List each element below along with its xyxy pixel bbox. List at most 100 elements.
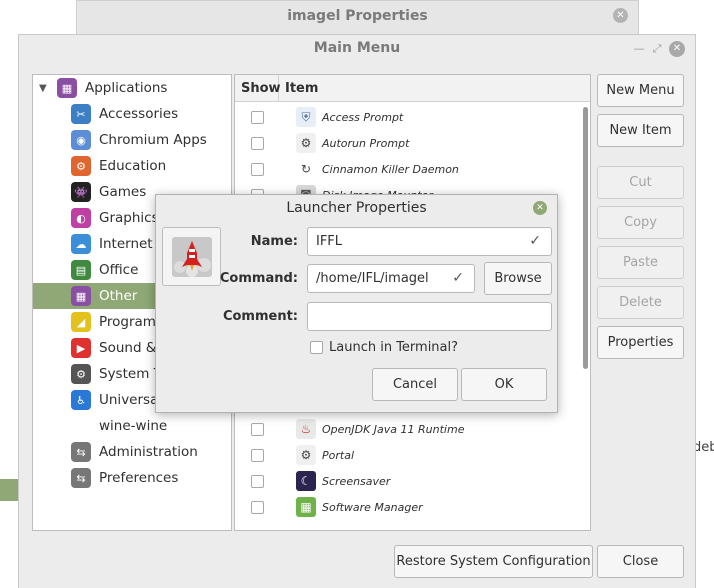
titlebar[interactable]: Main Menu — ⤢ ✕ xyxy=(19,35,695,63)
cloud-icon: ☁ xyxy=(71,234,91,254)
list-item-label: Software Manager xyxy=(322,500,423,514)
tree-item-label: Preferences xyxy=(99,470,179,486)
tree-item-label: Chromium Apps xyxy=(99,132,207,148)
show-checkbox[interactable] xyxy=(251,474,264,488)
gear-icon: ⚙ xyxy=(296,133,316,153)
tree-item-label: Education xyxy=(99,158,167,174)
checkmark-icon: ✓ xyxy=(529,233,541,249)
column-item[interactable]: Item xyxy=(279,75,318,101)
launcher-properties-dialog: Launcher Properties ✕ Name: IFFL ✓ Comma… xyxy=(155,194,558,413)
list-item-label: Access Prompt xyxy=(322,110,404,124)
list-item[interactable]: ⚙ Autorun Prompt xyxy=(235,130,576,156)
show-checkbox[interactable] xyxy=(251,448,264,462)
invader-icon: 👾 xyxy=(71,182,91,202)
list-item[interactable]: ↻ Cinnamon Killer Daemon xyxy=(235,156,576,182)
window-title: imagel Properties xyxy=(287,8,428,24)
office-icon: ▤ xyxy=(71,260,91,280)
list-item[interactable]: ⛨ Access Prompt xyxy=(235,104,576,130)
close-icon[interactable]: ✕ xyxy=(669,41,685,57)
show-checkbox[interactable] xyxy=(251,136,264,150)
paste-button[interactable]: Paste xyxy=(597,246,684,279)
background-text-right: deb xyxy=(693,440,714,455)
dialog-titlebar[interactable]: Launcher Properties ✕ xyxy=(156,195,557,222)
tree-item-label: Accessories xyxy=(99,106,179,122)
properties-button[interactable]: Properties xyxy=(597,326,684,359)
list-item-label: Portal xyxy=(322,448,354,462)
accessibility-icon: ♿ xyxy=(71,390,91,410)
moon-icon: ☾ xyxy=(296,471,316,491)
browse-button[interactable]: Browse xyxy=(484,262,552,295)
cancel-button[interactable]: Cancel xyxy=(372,368,458,401)
chromium-icon: ◉ xyxy=(71,130,91,150)
list-scrollbar[interactable] xyxy=(583,107,588,369)
new-item-button[interactable]: New Item xyxy=(597,114,684,147)
gear-icon: ⚙ xyxy=(296,445,316,465)
java-icon: ♨ xyxy=(296,419,316,439)
list-item[interactable]: ⚙ Portal xyxy=(235,442,576,468)
list-item[interactable]: ♨ OpenJDK Java 11 Runtime xyxy=(235,416,576,442)
checkmark-icon: ✓ xyxy=(452,270,464,286)
window-title: Main Menu xyxy=(313,40,401,56)
new-menu-button[interactable]: New Menu xyxy=(597,74,684,107)
expander-icon[interactable]: ▼ xyxy=(39,83,51,94)
list-item-label: Autorun Prompt xyxy=(322,136,410,150)
tree-item-label: Internet xyxy=(99,236,153,252)
tree-item[interactable]: wine-wine xyxy=(33,413,231,439)
list-item-label: OpenJDK Java 11 Runtime xyxy=(322,422,465,436)
tree-item-label: Administration xyxy=(99,444,198,460)
show-checkbox[interactable] xyxy=(251,110,264,124)
toggles-icon: ⇆ xyxy=(71,468,91,488)
tree-item[interactable]: ⇆ Preferences xyxy=(33,465,231,491)
show-checkbox[interactable] xyxy=(251,500,264,514)
tree-item-label: Universal xyxy=(99,392,163,408)
dialog-title: Launcher Properties xyxy=(286,200,427,216)
tree-item-label: Graphics xyxy=(99,210,159,226)
checkbox-box[interactable] xyxy=(310,341,323,354)
copy-button[interactable]: Copy xyxy=(597,206,684,239)
tree-item-label: Other xyxy=(99,288,138,304)
command-value: /home/IFL/imagel xyxy=(316,271,429,286)
tree-item[interactable]: ⇆ Administration xyxy=(33,439,231,465)
toggles-icon: ⇆ xyxy=(71,442,91,462)
launch-in-terminal-checkbox[interactable]: Launch in Terminal? xyxy=(310,340,458,355)
list-item[interactable]: ☾ Screensaver xyxy=(235,468,576,494)
grid-icon: ▦ xyxy=(57,78,77,98)
education-icon: ⚙ xyxy=(71,156,91,176)
cut-button[interactable]: Cut xyxy=(597,166,684,199)
tree-item[interactable]: ▼ ▦ Applications xyxy=(33,75,231,101)
restore-system-configuration-button[interactable]: Restore System Configuration xyxy=(394,545,593,578)
command-field[interactable]: /home/IFL/imagel ✓ xyxy=(307,264,475,293)
play-icon: ▶ xyxy=(71,338,91,358)
list-header: Show Item xyxy=(235,75,590,102)
command-label: Command: xyxy=(219,271,298,286)
programming-icon: ◢ xyxy=(71,312,91,332)
tree-item[interactable]: ⚙ Education xyxy=(33,153,231,179)
ok-button[interactable]: OK xyxy=(461,368,547,401)
tree-item-label: Games xyxy=(99,184,147,200)
tree-item[interactable]: ◉ Chromium Apps xyxy=(33,127,231,153)
list-item-label: Cinnamon Killer Daemon xyxy=(322,162,459,176)
comment-field[interactable] xyxy=(307,302,552,331)
delete-button[interactable]: Delete xyxy=(597,286,684,319)
list-item-label: Screensaver xyxy=(322,474,391,488)
column-show[interactable]: Show xyxy=(235,75,281,101)
list-item[interactable]: ▦ Software Manager xyxy=(235,494,576,520)
close-icon[interactable]: ✕ xyxy=(533,201,547,215)
show-checkbox[interactable] xyxy=(251,422,264,436)
close-icon[interactable]: ✕ xyxy=(613,8,628,23)
minimize-icon[interactable]: — xyxy=(631,41,647,57)
launcher-icon-button[interactable] xyxy=(162,227,221,286)
tree-item-label: Office xyxy=(99,262,139,278)
gear-icon: ⚙ xyxy=(71,364,91,384)
tree-item-label: Applications xyxy=(85,80,168,96)
refresh-icon: ↻ xyxy=(296,159,316,179)
name-field[interactable]: IFFL ✓ xyxy=(307,227,552,256)
tree-item[interactable]: ✂ Accessories xyxy=(33,101,231,127)
shield-icon: ⛨ xyxy=(296,107,316,127)
maximize-icon[interactable]: ⤢ xyxy=(649,41,665,57)
scissors-icon: ✂ xyxy=(71,104,91,124)
rocket-icon xyxy=(171,236,212,277)
show-checkbox[interactable] xyxy=(251,162,264,176)
launch-in-terminal-label: Launch in Terminal? xyxy=(329,340,459,355)
close-button[interactable]: Close xyxy=(597,545,684,578)
